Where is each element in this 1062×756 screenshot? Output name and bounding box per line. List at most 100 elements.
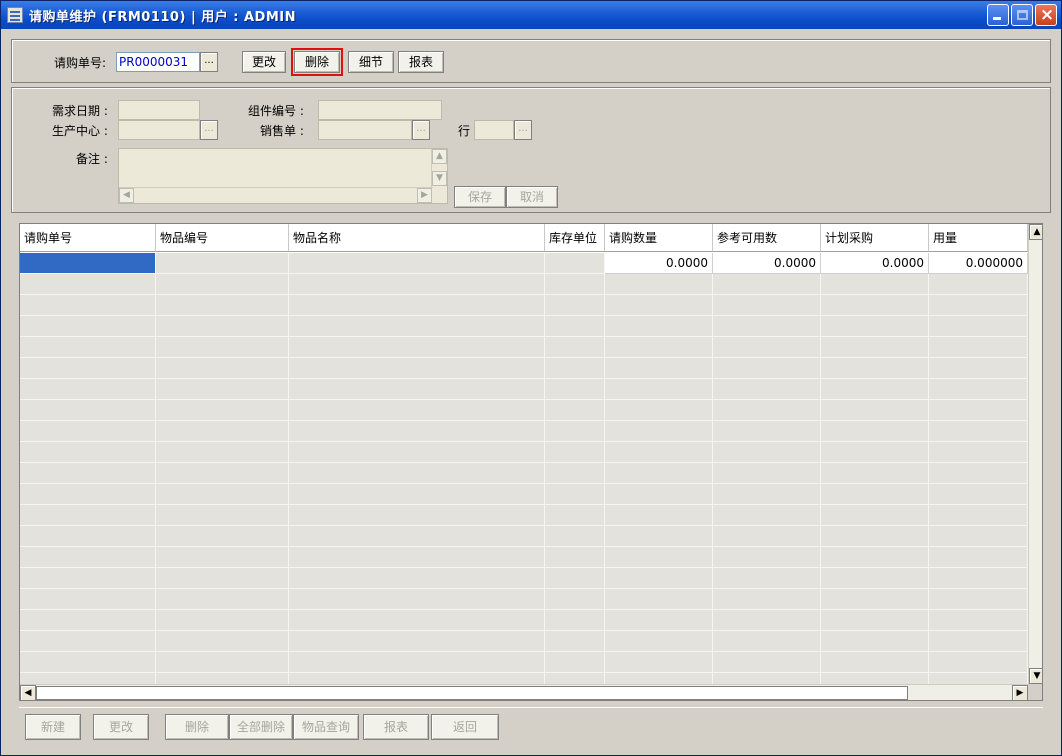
grid-scroll-left-icon[interactable]: ◀ [20,685,36,700]
table-cell[interactable] [289,421,545,442]
table-cell[interactable] [605,337,713,358]
table-cell[interactable] [713,526,821,547]
table-cell[interactable] [156,358,289,379]
table-cell[interactable] [545,421,605,442]
table-cell[interactable] [20,547,156,568]
table-cell[interactable] [20,484,156,505]
grid-horizontal-scrollbar[interactable]: ◀ ▶ [20,684,1028,700]
table-cell[interactable] [545,652,605,673]
table-cell[interactable] [156,295,289,316]
table-cell[interactable] [289,631,545,652]
table-cell[interactable] [605,421,713,442]
table-cell[interactable] [545,442,605,463]
table-cell[interactable] [605,400,713,421]
table-cell[interactable] [929,652,1028,673]
table-row[interactable] [20,526,1028,547]
remark-textarea[interactable]: ▲ ▼ ◀ ▶ [118,148,448,204]
table-cell[interactable]: 0.0000 [821,253,929,274]
grid-scroll-down-icon[interactable]: ▼ [1029,668,1042,684]
column-header-ref-available[interactable]: 参考可用数 [713,224,821,252]
table-cell[interactable] [545,295,605,316]
table-cell[interactable]: 0.0000 [605,253,713,274]
table-cell[interactable] [713,295,821,316]
table-cell[interactable] [821,526,929,547]
table-cell[interactable] [605,463,713,484]
edit-button[interactable]: 更改 [242,51,286,73]
table-cell[interactable] [821,484,929,505]
table-cell[interactable] [545,253,605,274]
minimize-button[interactable] [987,4,1009,26]
table-cell[interactable] [156,316,289,337]
table-cell[interactable] [929,274,1028,295]
table-row[interactable] [20,547,1028,568]
table-cell[interactable] [929,526,1028,547]
table-row[interactable] [20,295,1028,316]
table-row[interactable] [20,463,1028,484]
table-cell[interactable] [545,358,605,379]
column-header-usage[interactable]: 用量 [929,224,1028,252]
scroll-right-icon[interactable]: ▶ [417,188,432,203]
table-cell[interactable] [545,631,605,652]
grid-horizontal-thumb[interactable] [36,686,908,700]
table-cell[interactable] [289,610,545,631]
table-cell[interactable] [20,274,156,295]
table-cell[interactable] [605,379,713,400]
table-cell[interactable] [545,463,605,484]
table-row[interactable] [20,484,1028,505]
table-cell[interactable] [156,526,289,547]
table-cell[interactable] [156,631,289,652]
table-cell[interactable] [929,463,1028,484]
line-input[interactable] [474,120,514,140]
table-cell[interactable] [713,400,821,421]
table-cell[interactable] [20,253,156,274]
table-cell[interactable] [929,610,1028,631]
table-cell[interactable] [929,295,1028,316]
remark-horizontal-scrollbar[interactable]: ◀ ▶ [119,187,433,203]
table-cell[interactable] [713,568,821,589]
table-cell[interactable] [821,547,929,568]
table-cell[interactable] [20,568,156,589]
new-button[interactable]: 新建 [25,714,81,740]
table-cell[interactable] [713,484,821,505]
table-cell[interactable] [713,652,821,673]
table-cell[interactable] [20,505,156,526]
table-cell[interactable] [929,400,1028,421]
table-cell[interactable] [929,337,1028,358]
table-cell[interactable] [929,379,1028,400]
table-row[interactable] [20,505,1028,526]
bottom-delete-button[interactable]: 删除 [165,714,229,740]
table-cell[interactable] [289,274,545,295]
table-cell[interactable] [821,568,929,589]
table-cell[interactable] [545,274,605,295]
scroll-left-icon[interactable]: ◀ [119,188,134,203]
table-cell[interactable] [713,379,821,400]
table-cell[interactable] [821,400,929,421]
table-cell[interactable] [20,337,156,358]
table-cell[interactable] [929,421,1028,442]
table-cell[interactable] [545,526,605,547]
table-row[interactable] [20,358,1028,379]
table-cell[interactable] [929,631,1028,652]
scroll-down-icon[interactable]: ▼ [432,171,447,186]
bottom-report-button[interactable]: 报表 [363,714,429,740]
back-button[interactable]: 返回 [431,714,499,740]
close-button[interactable]: × [1035,4,1057,26]
table-cell[interactable] [713,610,821,631]
sales-order-lookup-button[interactable]: ... [412,120,430,140]
delete-button[interactable]: 删除 [291,48,343,76]
table-cell[interactable] [605,526,713,547]
table-cell[interactable] [289,358,545,379]
table-cell[interactable] [545,610,605,631]
table-cell[interactable] [20,442,156,463]
table-cell[interactable] [929,484,1028,505]
table-cell[interactable] [605,631,713,652]
table-cell[interactable] [821,463,929,484]
table-cell[interactable] [156,421,289,442]
table-cell[interactable] [545,316,605,337]
table-cell[interactable] [545,379,605,400]
table-cell[interactable] [20,463,156,484]
table-cell[interactable] [156,589,289,610]
table-cell[interactable] [821,337,929,358]
bottom-edit-button[interactable]: 更改 [93,714,149,740]
table-row[interactable] [20,568,1028,589]
